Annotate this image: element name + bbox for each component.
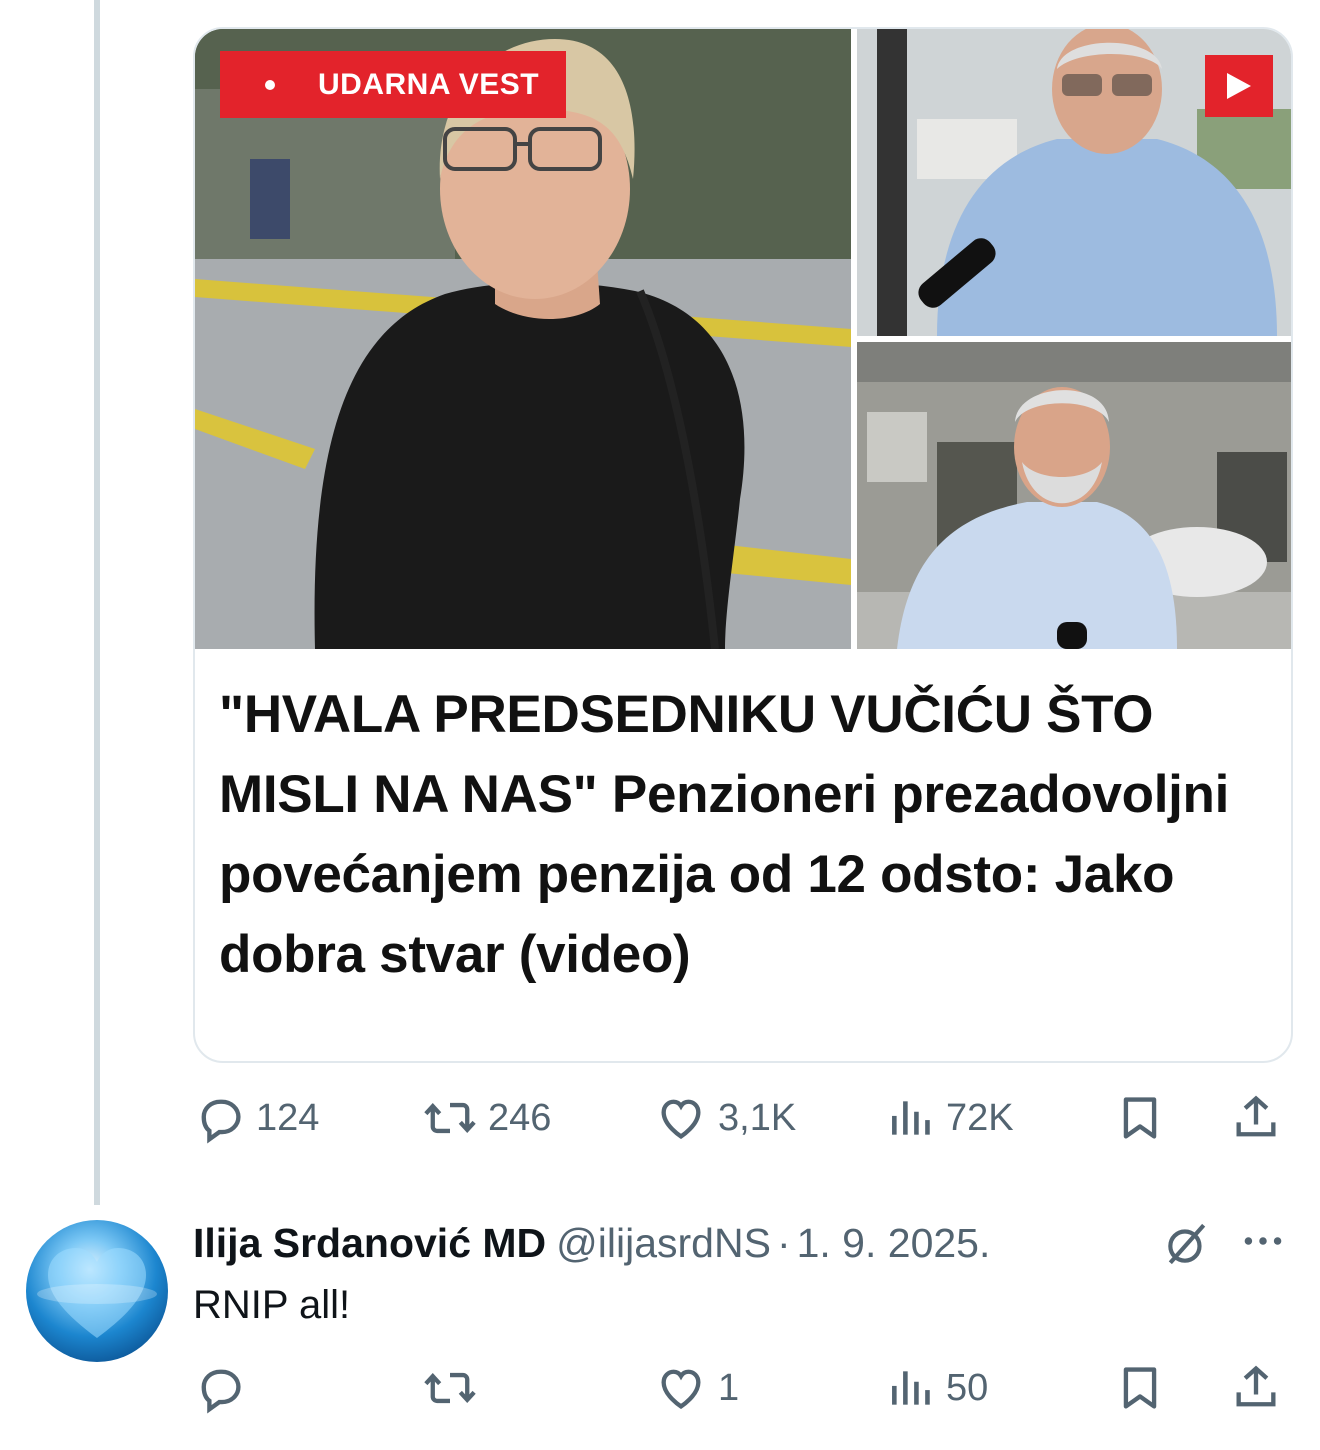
views-count: 50 [946,1366,989,1409]
post-action-bar: 124 246 3,1K 72K [190,1088,1290,1148]
repost-button[interactable] [422,1358,488,1418]
like-icon [661,1099,701,1139]
like-count: 3,1K [718,1096,797,1139]
reply-text: RNIP all! [193,1283,351,1327]
reply-action-bar: 1 50 [190,1358,1290,1418]
bookmark-icon [1123,1367,1157,1409]
play-button[interactable] [1205,55,1273,117]
bookmark-button[interactable] [1114,1358,1166,1418]
repost-icon [424,1372,476,1404]
author-name[interactable]: Ilija Srdanović MD [193,1220,546,1267]
views-button[interactable]: 50 [886,1358,988,1418]
bookmark-icon [1123,1097,1157,1139]
views-icon [892,1371,930,1405]
breaking-news-badge: UDARNA VEST [220,51,566,118]
share-button[interactable] [1230,1358,1282,1418]
photo-man-bottom [857,342,1291,649]
repost-button[interactable]: 246 [422,1088,551,1148]
share-icon [1236,1365,1276,1407]
card-headline[interactable]: "HVALA PREDSEDNIKU VUČIĆU ŠTO MISLI NA N… [219,675,1279,995]
photo-woman [195,29,851,649]
like-count: 1 [718,1366,740,1409]
author-handle[interactable]: @ilijasrdNS [556,1220,771,1267]
share-icon [1236,1095,1276,1137]
thread-line [94,0,100,1205]
more-icon[interactable] [1238,1226,1288,1256]
play-icon [1227,73,1251,99]
reply-icon [201,1099,241,1144]
views-button[interactable]: 72K [886,1088,1014,1148]
media-collage[interactable]: UDARNA VEST [195,29,1291,649]
reply-icon [201,1369,241,1414]
separator: · [776,1219,791,1266]
like-button[interactable]: 3,1K [654,1088,796,1148]
repost-count: 246 [488,1096,552,1139]
avatar[interactable] [26,1220,168,1362]
bookmark-button[interactable] [1114,1088,1166,1148]
reply-count: 124 [256,1096,320,1139]
reply-button[interactable] [194,1358,256,1418]
grok-icon[interactable] [1162,1219,1212,1269]
reply-button[interactable]: 124 [194,1088,319,1148]
views-count: 72K [946,1096,1014,1139]
like-button[interactable]: 1 [654,1358,739,1418]
views-icon [892,1101,930,1135]
badge-label: UDARNA VEST [318,67,540,101]
share-button[interactable] [1230,1088,1282,1148]
reply-header: Ilija Srdanović MD @ilijasrdNS · 1. 9. 2… [193,1215,990,1271]
news-card[interactable]: UDARNA VEST "HVALA PREDSEDNIKU VUČIĆU ŠT… [193,27,1293,1063]
like-icon [661,1369,701,1409]
post-date[interactable]: 1. 9. 2025. [797,1220,991,1267]
repost-icon [424,1102,476,1134]
badge-dot [265,79,275,90]
